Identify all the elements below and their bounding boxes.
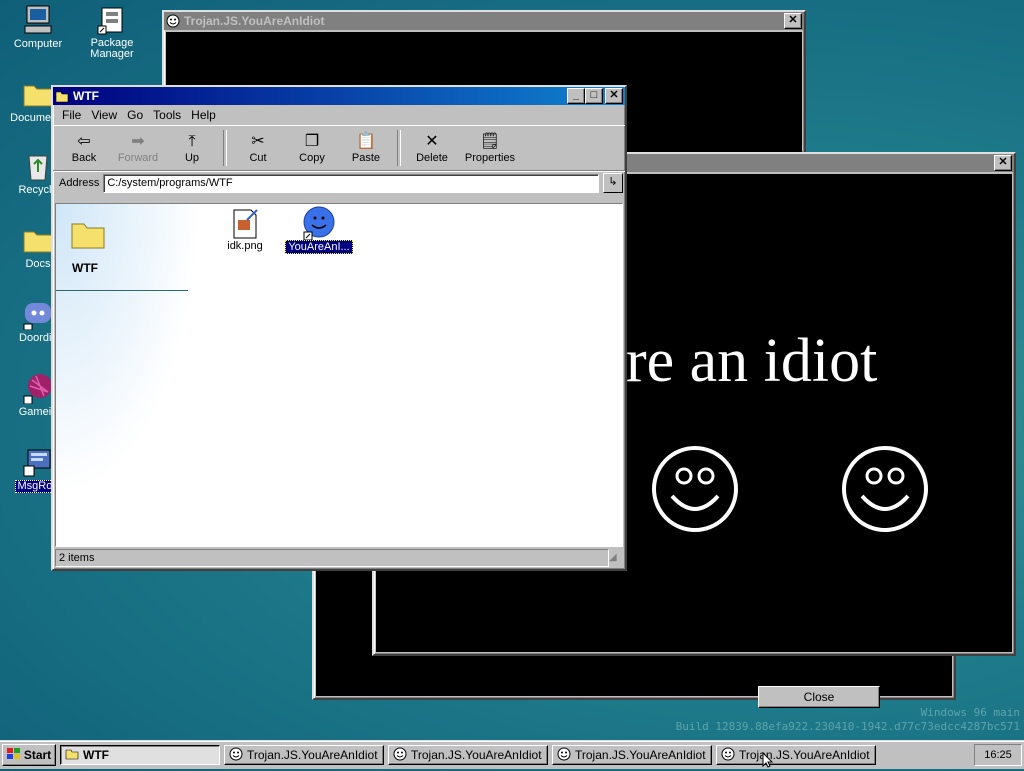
task-label: Trojan.JS.YouAreAnIdiot xyxy=(247,748,378,762)
menu-view[interactable]: View xyxy=(86,108,122,122)
delete-button[interactable]: ✕ Delete xyxy=(405,132,459,164)
address-bar: Address C:/system/programs/WTF ↳ xyxy=(53,171,625,194)
explorer-window[interactable]: WTF _ □ ✕ File View Go Tools Help ⇦ Back … xyxy=(51,85,627,571)
desktop-icon-package-manager[interactable]: Package Manager xyxy=(80,4,144,60)
address-input[interactable]: C:/system/programs/WTF xyxy=(103,173,599,193)
message-room-icon xyxy=(22,446,54,478)
desktop-icon-label: Docs xyxy=(25,258,51,270)
folder-up-icon: ⤒ xyxy=(188,133,196,150)
forward-button[interactable]: ➡ Forward xyxy=(111,132,165,164)
status-text: 2 items xyxy=(55,549,609,567)
toolbar-separator xyxy=(223,130,227,166)
delete-x-icon: ✕ xyxy=(425,133,439,150)
task-label: Trojan.JS.YouAreAnIdiot xyxy=(739,748,870,762)
paste-button[interactable]: 📋 Paste xyxy=(339,132,393,164)
folder-icon xyxy=(55,89,69,103)
task-label: Trojan.JS.YouAreAnIdiot xyxy=(575,748,706,762)
menu-help[interactable]: Help xyxy=(186,108,221,122)
file-label: idk.png xyxy=(227,240,263,252)
minimize-button[interactable]: _ xyxy=(567,88,585,104)
file-view[interactable]: WTF idk.png YouAreAnI... xyxy=(55,203,623,547)
task-label: WTF xyxy=(83,748,109,762)
chat-app-icon xyxy=(22,298,54,331)
image-file-icon xyxy=(229,208,261,240)
large-folder-icon xyxy=(70,218,106,253)
package-icon xyxy=(96,4,128,36)
smiley-icon xyxy=(166,14,180,28)
mouse-cursor-icon xyxy=(762,751,774,771)
window-title: WTF xyxy=(73,89,99,103)
folder-divider xyxy=(56,290,188,291)
menu-tools[interactable]: Tools xyxy=(148,108,186,122)
arrow-right-icon: ➡ xyxy=(131,133,145,150)
system-clock[interactable]: 16:25 xyxy=(974,744,1022,766)
task-button-idiot-4[interactable]: Trojan.JS.YouAreAnIdiot xyxy=(716,745,876,765)
arrow-left-icon: ⇦ xyxy=(77,133,91,150)
window-titlebar[interactable]: WTF _ □ ✕ xyxy=(53,87,625,105)
properties-button[interactable]: 🗒 Properties xyxy=(459,132,521,164)
folder-icon xyxy=(22,78,54,110)
smiley-icon xyxy=(393,747,407,764)
cut-button[interactable]: ✂ Cut xyxy=(231,132,285,164)
desktop-icon-label: Package Manager xyxy=(90,37,134,60)
task-button-idiot-2[interactable]: Trojan.JS.YouAreAnIdiot xyxy=(388,745,548,765)
desktop-icon-label: Computer xyxy=(13,38,63,50)
file-label: YouAreAnI... xyxy=(285,240,353,254)
maximize-button[interactable]: □ xyxy=(585,88,603,104)
watermark-line-1: Windows 96 main xyxy=(920,706,1020,719)
smiley-face-icon xyxy=(650,444,740,537)
menu-go[interactable]: Go xyxy=(122,108,148,122)
menu-file[interactable]: File xyxy=(57,108,86,122)
window-title: Trojan.JS.YouAreAnIdiot xyxy=(184,14,325,28)
paste-icon: 📋 xyxy=(356,133,376,150)
smiley-face-icon xyxy=(840,444,930,537)
start-button[interactable]: Start xyxy=(2,744,56,766)
scissors-icon: ✂ xyxy=(251,133,265,150)
smiley-icon xyxy=(557,747,571,764)
close-dialog-button[interactable]: Close xyxy=(758,686,880,708)
go-arrow-icon[interactable]: ↳ xyxy=(603,173,623,193)
close-button[interactable]: ✕ xyxy=(994,155,1012,171)
start-label: Start xyxy=(23,748,52,762)
file-item-youareanidiot[interactable]: YouAreAnI... xyxy=(284,206,354,254)
computer-icon xyxy=(22,4,54,36)
smiley-icon xyxy=(229,747,243,764)
smiley-shortcut-icon xyxy=(302,206,336,241)
back-button[interactable]: ⇦ Back xyxy=(57,132,111,164)
task-button-wtf[interactable]: WTF xyxy=(60,745,220,765)
taskbar: Start WTF Trojan.JS.YouAreAnIdiot Trojan… xyxy=(0,740,1024,769)
desktop-icon-computer[interactable]: Computer xyxy=(6,4,70,50)
folder-icon xyxy=(65,748,79,763)
folder-icon xyxy=(22,224,54,256)
copy-icon: ❐ xyxy=(304,133,320,150)
menu-bar: File View Go Tools Help xyxy=(53,105,625,125)
task-button-idiot-1[interactable]: Trojan.JS.YouAreAnIdiot xyxy=(224,745,384,765)
file-item-idk-png[interactable]: idk.png xyxy=(210,208,280,252)
build-watermark: Windows 96 main Build 12839.88efa922.230… xyxy=(676,706,1020,734)
address-label: Address xyxy=(59,177,100,189)
toolbar-separator xyxy=(397,130,401,166)
close-button[interactable]: ✕ xyxy=(784,13,802,29)
folder-title: WTF xyxy=(72,261,98,275)
resize-grip-icon[interactable]: ◢ xyxy=(609,551,623,565)
window-titlebar[interactable]: Trojan.JS.YouAreAnIdiot ✕ xyxy=(164,12,804,30)
game-icon xyxy=(22,372,54,405)
toolbar: ⇦ Back ➡ Forward ⤒ Up ✂ Cut ❐ Copy 📋 Paste ✕ De… xyxy=(53,125,625,171)
task-label: Trojan.JS.YouAreAnIdiot xyxy=(411,748,542,762)
watermark-line-2: Build 12839.88efa922.230410-1942.d77c73e… xyxy=(675,720,1020,733)
status-bar: 2 items ◢ xyxy=(55,549,623,567)
up-button[interactable]: ⤒ Up xyxy=(165,132,219,164)
task-button-idiot-3[interactable]: Trojan.JS.YouAreAnIdiot xyxy=(552,745,712,765)
windows-logo-icon xyxy=(6,747,21,763)
close-button[interactable]: ✕ xyxy=(605,88,623,104)
folder-info-pane: WTF xyxy=(56,204,224,546)
properties-icon: 🗒 xyxy=(479,133,501,150)
recycle-bin-icon xyxy=(22,150,54,182)
copy-button[interactable]: ❐ Copy xyxy=(285,132,339,164)
idiot-message: re an idiot xyxy=(626,327,878,395)
smiley-icon xyxy=(721,747,735,764)
